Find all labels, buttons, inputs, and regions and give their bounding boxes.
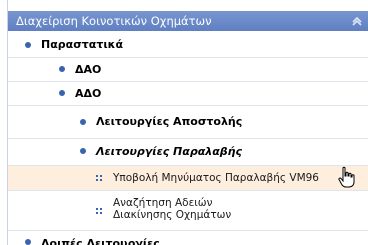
bullet-icon [59, 66, 65, 72]
bullet-icon [59, 90, 65, 96]
menu-item-search-permits[interactable]: Αναζήτηση Αδειών Διακίνησης Οχημάτων [8, 191, 368, 231]
menu-item-label: Υποβολή Μηνύματος Παραλαβής VM96 [113, 172, 319, 184]
collapse-icon[interactable] [350, 14, 364, 28]
menu-item-receive-operations[interactable]: Λειτουργίες Παραλαβής [8, 139, 368, 166]
menu-item-dao[interactable]: ΔΑΟ [8, 58, 368, 82]
panel-title: Διαχείριση Κοινοτικών Οχημάτων [16, 14, 212, 28]
menu-item-label: Λειτουργίες Αποστολής [96, 115, 243, 128]
menu-item-label: Παραστατικά [41, 38, 124, 51]
bullet-icon [80, 119, 86, 125]
hand-cursor-icon [338, 166, 355, 188]
menu-item-submit-receipt-message[interactable]: Υποβολή Μηνύματος Παραλαβής VM96 [8, 166, 368, 191]
menu-item-label: ΔΑΟ [75, 63, 102, 76]
square-bullet-icon [96, 208, 103, 215]
menu-item-send-operations[interactable]: Λειτουργίες Αποστολής [8, 106, 368, 139]
bullet-icon [25, 42, 31, 48]
navigation-panel: Διαχείριση Κοινοτικών Οχημάτων Παραστατι… [7, 0, 368, 245]
bullet-icon [25, 239, 31, 245]
menu-item-label: Αναζήτηση Αδειών Διακίνησης Οχημάτων [113, 197, 232, 221]
menu-item-label: Λοιπές Λειτουργίες [41, 237, 160, 245]
menu-item-label: Λειτουργίες Παραλαβής [96, 145, 242, 158]
bullet-icon [80, 148, 86, 154]
menu-item-label: ΑΔΟ [75, 87, 102, 100]
square-bullet-icon [96, 175, 103, 182]
menu-item-other-operations[interactable]: Λοιπές Λειτουργίες [8, 231, 368, 245]
panel-header[interactable]: Διαχείριση Κοινοτικών Οχημάτων [8, 11, 368, 31]
menu-item-ado[interactable]: ΑΔΟ [8, 82, 368, 106]
menu-item-parastatika[interactable]: Παραστατικά [8, 33, 368, 58]
